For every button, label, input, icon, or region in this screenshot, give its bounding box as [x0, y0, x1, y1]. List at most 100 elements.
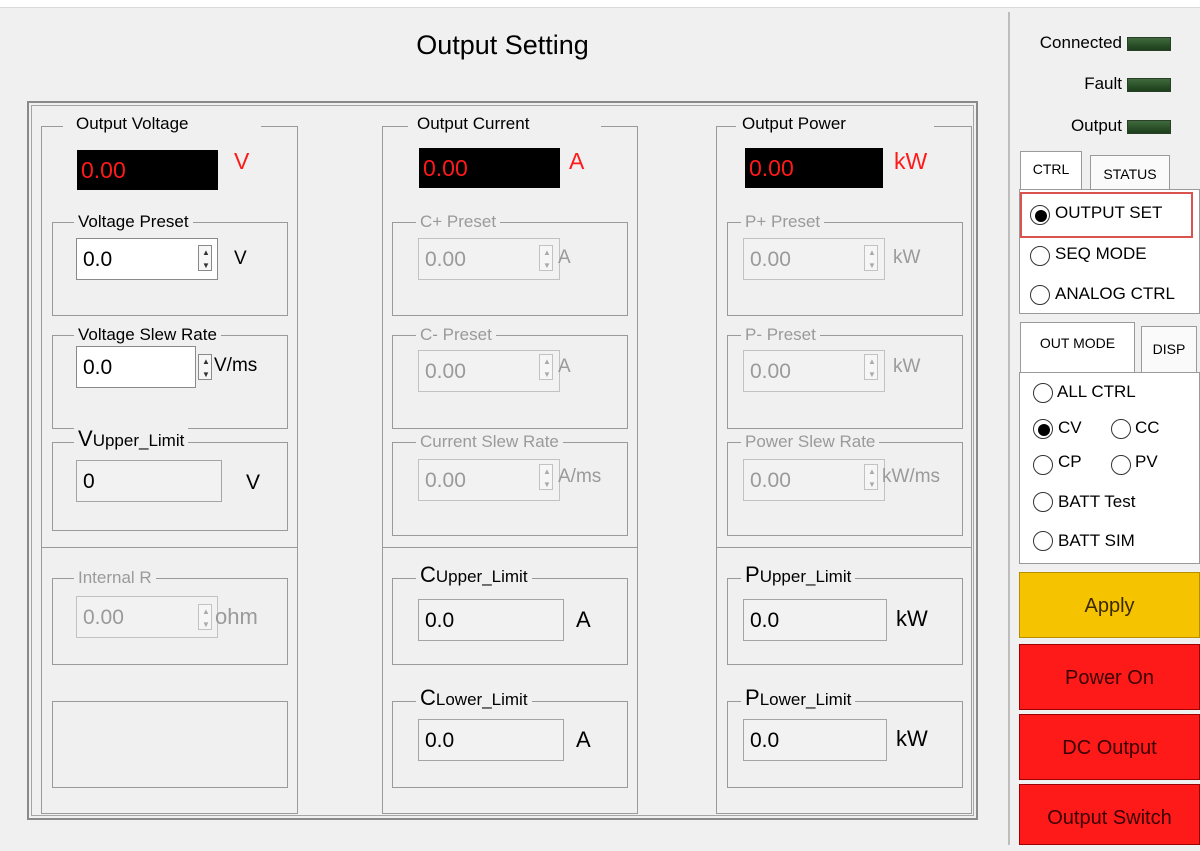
internal-r-input[interactable]: 0.00 [76, 596, 218, 638]
spin-up-icon[interactable]: ▲ [865, 246, 879, 259]
spin-up-icon[interactable]: ▲ [540, 465, 554, 478]
radio-analog-ctrl[interactable] [1030, 285, 1050, 305]
radio-cv[interactable] [1033, 419, 1053, 439]
current-slew-spinner[interactable]: ▲ ▼ [539, 464, 553, 490]
radio-all-ctrl[interactable] [1033, 383, 1053, 403]
voltage-slew-unit: V/ms [214, 355, 258, 376]
current-upper-limit-title: CUpper_Limit [416, 562, 532, 588]
voltage-upper-limit-value[interactable]: 0 [76, 460, 222, 502]
power-lower-limit-unit: kW [896, 726, 928, 751]
power-lower-limit-title: PLower_Limit [741, 685, 856, 711]
analog-ctrl-label: ANALOG CTRL [1055, 284, 1175, 303]
current-slew-title: Current Slew Rate [416, 432, 563, 452]
spin-up-icon[interactable]: ▲ [540, 246, 554, 259]
radio-cp[interactable] [1033, 455, 1053, 475]
seq-mode-label: SEQ MODE [1055, 244, 1147, 263]
cc-label: CC [1135, 418, 1160, 437]
spin-down-icon[interactable]: ▼ [540, 368, 554, 381]
voltage-column-left-border [41, 126, 42, 814]
power-readout-unit: kW [894, 148, 928, 174]
power-column-right-border [971, 126, 972, 814]
spin-down-icon[interactable]: ▼ [865, 259, 879, 272]
batt-test-label: BATT Test [1058, 492, 1136, 511]
output-voltage-title: Output Voltage [72, 114, 193, 134]
tab-ctrl[interactable]: CTRL [1020, 151, 1082, 189]
p-minus-preset-spinner[interactable]: ▲ ▼ [864, 354, 878, 380]
output-current-title: Output Current [413, 114, 534, 134]
dc-output-button[interactable]: DC Output [1019, 714, 1200, 780]
tab-disp[interactable]: DISP [1141, 326, 1197, 372]
radio-batt-test[interactable] [1033, 492, 1053, 512]
p-plus-preset-spinner[interactable]: ▲ ▼ [864, 245, 878, 271]
current-upper-limit-unit: A [576, 607, 591, 632]
power-lower-limit-value[interactable]: 0.0 [743, 719, 887, 761]
c-plus-preset-unit: A [558, 247, 571, 268]
p-minus-preset-title: P- Preset [741, 325, 820, 345]
power-upper-limit-unit: kW [896, 606, 928, 631]
power-on-button[interactable]: Power On [1019, 644, 1200, 710]
tab-out-mode[interactable]: OUT MODE [1020, 322, 1135, 372]
voltage-preset-title: Voltage Preset [74, 212, 193, 232]
radio-batt-sim[interactable] [1033, 531, 1053, 551]
p-minus-preset-unit: kW [893, 356, 921, 377]
voltage-readout: 0.00 [77, 150, 218, 190]
radio-output-set[interactable] [1030, 205, 1050, 225]
c-plus-preset-title: C+ Preset [416, 212, 501, 232]
window-top-edge [0, 0, 1200, 8]
spin-down-icon[interactable]: ▼ [199, 259, 213, 272]
current-lower-limit-value[interactable]: 0.0 [418, 719, 564, 761]
output-led [1127, 120, 1171, 134]
c-minus-preset-title: C- Preset [416, 325, 496, 345]
current-column-top-left [382, 126, 408, 127]
voltage-slew-title: Voltage Slew Rate [74, 325, 221, 345]
spin-up-icon[interactable]: ▲ [865, 465, 879, 478]
internal-r-title: Internal R [74, 568, 156, 588]
c-plus-preset-spinner[interactable]: ▲ ▼ [539, 245, 553, 271]
spin-up-icon[interactable]: ▲ [199, 246, 213, 259]
voltage-preset-unit: V [234, 248, 247, 269]
voltage-slew-spinner[interactable]: ▲ ▼ [198, 354, 212, 380]
spin-down-icon[interactable]: ▼ [199, 368, 213, 381]
output-set-label: OUTPUT SET [1055, 203, 1163, 222]
power-column-left-border [716, 126, 717, 814]
voltage-preset-input[interactable]: 0.0 [76, 238, 218, 280]
cp-label: CP [1058, 452, 1082, 471]
current-column-right-border [637, 126, 638, 814]
radio-seq-mode[interactable] [1030, 246, 1050, 266]
spin-down-icon[interactable]: ▼ [540, 478, 554, 491]
spin-down-icon[interactable]: ▼ [865, 368, 879, 381]
spin-up-icon[interactable]: ▲ [199, 605, 213, 618]
cv-label: CV [1058, 418, 1082, 437]
voltage-column-top-left [41, 126, 63, 127]
current-column-left-border [382, 126, 383, 814]
spin-down-icon[interactable]: ▼ [540, 259, 554, 272]
current-slew-unit: A/ms [558, 466, 602, 487]
empty-group [52, 701, 288, 788]
internal-r-spinner[interactable]: ▲ ▼ [198, 604, 212, 630]
radio-cc[interactable] [1111, 419, 1131, 439]
current-upper-limit-value[interactable]: 0.0 [418, 599, 564, 641]
voltage-slew-input[interactable]: 0.0 [76, 346, 196, 388]
c-minus-preset-spinner[interactable]: ▲ ▼ [539, 354, 553, 380]
spin-up-icon[interactable]: ▲ [865, 355, 879, 368]
power-slew-spinner[interactable]: ▲ ▼ [864, 464, 878, 490]
power-column-bottom [716, 813, 972, 814]
internal-r-unit: ohm [215, 604, 258, 629]
spin-up-icon[interactable]: ▲ [199, 355, 213, 368]
spin-up-icon[interactable]: ▲ [540, 355, 554, 368]
p-plus-preset-title: P+ Preset [741, 212, 825, 232]
voltage-upper-limit-title: VUpper_Limit [74, 426, 189, 452]
tab-status[interactable]: STATUS [1090, 155, 1170, 189]
apply-button[interactable]: Apply [1019, 572, 1200, 638]
radio-pv[interactable] [1111, 455, 1131, 475]
fault-label: Fault [1084, 74, 1122, 93]
power-column-divider [716, 547, 972, 548]
output-switch-button[interactable]: Output Switch [1019, 784, 1200, 845]
voltage-preset-spinner[interactable]: ▲ ▼ [198, 245, 212, 271]
power-column-top-left [716, 126, 736, 127]
voltage-column-right-border [297, 126, 298, 814]
power-slew-unit: kW/ms [882, 466, 941, 487]
spin-down-icon[interactable]: ▼ [199, 618, 213, 631]
spin-down-icon[interactable]: ▼ [865, 478, 879, 491]
power-upper-limit-value[interactable]: 0.0 [743, 599, 887, 641]
